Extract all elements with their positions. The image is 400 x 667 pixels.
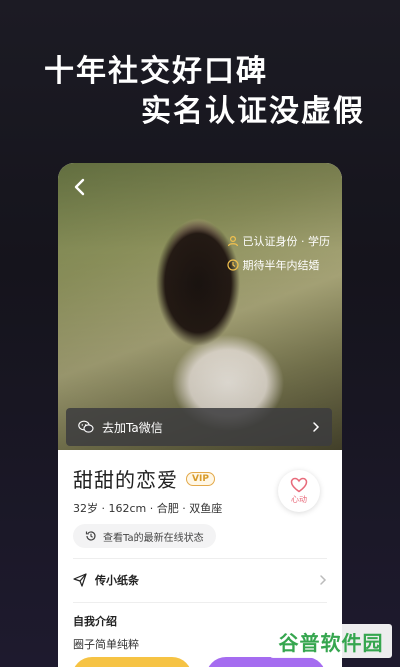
heart-icon: [290, 477, 308, 493]
profile-tags: 已认证身份 · 学历 期待半年内结婚: [226, 233, 331, 281]
promo-headline-1: 十年社交好口碑: [44, 54, 268, 89]
back-arrow-icon[interactable]: [70, 177, 90, 197]
chevron-right-icon: [320, 575, 327, 585]
user-icon: [227, 235, 238, 247]
vip-badge: VIP: [186, 471, 215, 486]
wechat-icon: [78, 420, 94, 433]
profile-card: 已认证身份 · 学历 期待半年内结婚 去加Ta微信 甜甜的恋爱 VIP 心动 3…: [58, 163, 342, 667]
tag-verified-label: 已认证身份 · 学历: [242, 235, 331, 248]
divider: [73, 558, 327, 559]
divider: [73, 602, 327, 603]
send-note-label: 传小纸条: [95, 574, 139, 587]
promo-headline-2: 实名认证没虚假: [141, 94, 365, 129]
watermark-logo: 谷普软件园: [270, 624, 392, 658]
tag-verified: 已认证身份 · 学历: [227, 233, 331, 249]
intro-title: 自我介绍: [73, 615, 117, 628]
history-icon: [85, 531, 96, 541]
online-status-label: 查看Ta的最新在线状态: [103, 532, 204, 544]
intro-text: 圈子简单纯粹: [73, 638, 139, 651]
like-label: 心动: [291, 495, 307, 504]
profile-photo[interactable]: 已认证身份 · 学历 期待半年内结婚 去加Ta微信: [58, 163, 342, 450]
online-status-button[interactable]: 查看Ta的最新在线状态: [73, 524, 216, 548]
profile-meta: 32岁 · 162cm · 合肥 · 双鱼座: [73, 502, 223, 515]
tag-marriage-label: 期待半年内结婚: [242, 259, 320, 272]
action-button-yellow[interactable]: [72, 657, 192, 667]
like-button[interactable]: 心动: [278, 470, 320, 512]
send-note-row[interactable]: 传小纸条: [73, 565, 327, 595]
paper-plane-icon: [73, 573, 87, 587]
chevron-right-icon: [313, 422, 320, 432]
clock-icon: [226, 259, 239, 271]
add-wechat-bar[interactable]: 去加Ta微信: [66, 408, 332, 446]
add-wechat-label: 去加Ta微信: [102, 420, 163, 435]
name-row: 甜甜的恋爱 VIP: [73, 464, 215, 493]
profile-name: 甜甜的恋爱: [73, 468, 178, 492]
tag-marriage: 期待半年内结婚: [226, 257, 331, 273]
action-button-purple[interactable]: [206, 657, 326, 667]
